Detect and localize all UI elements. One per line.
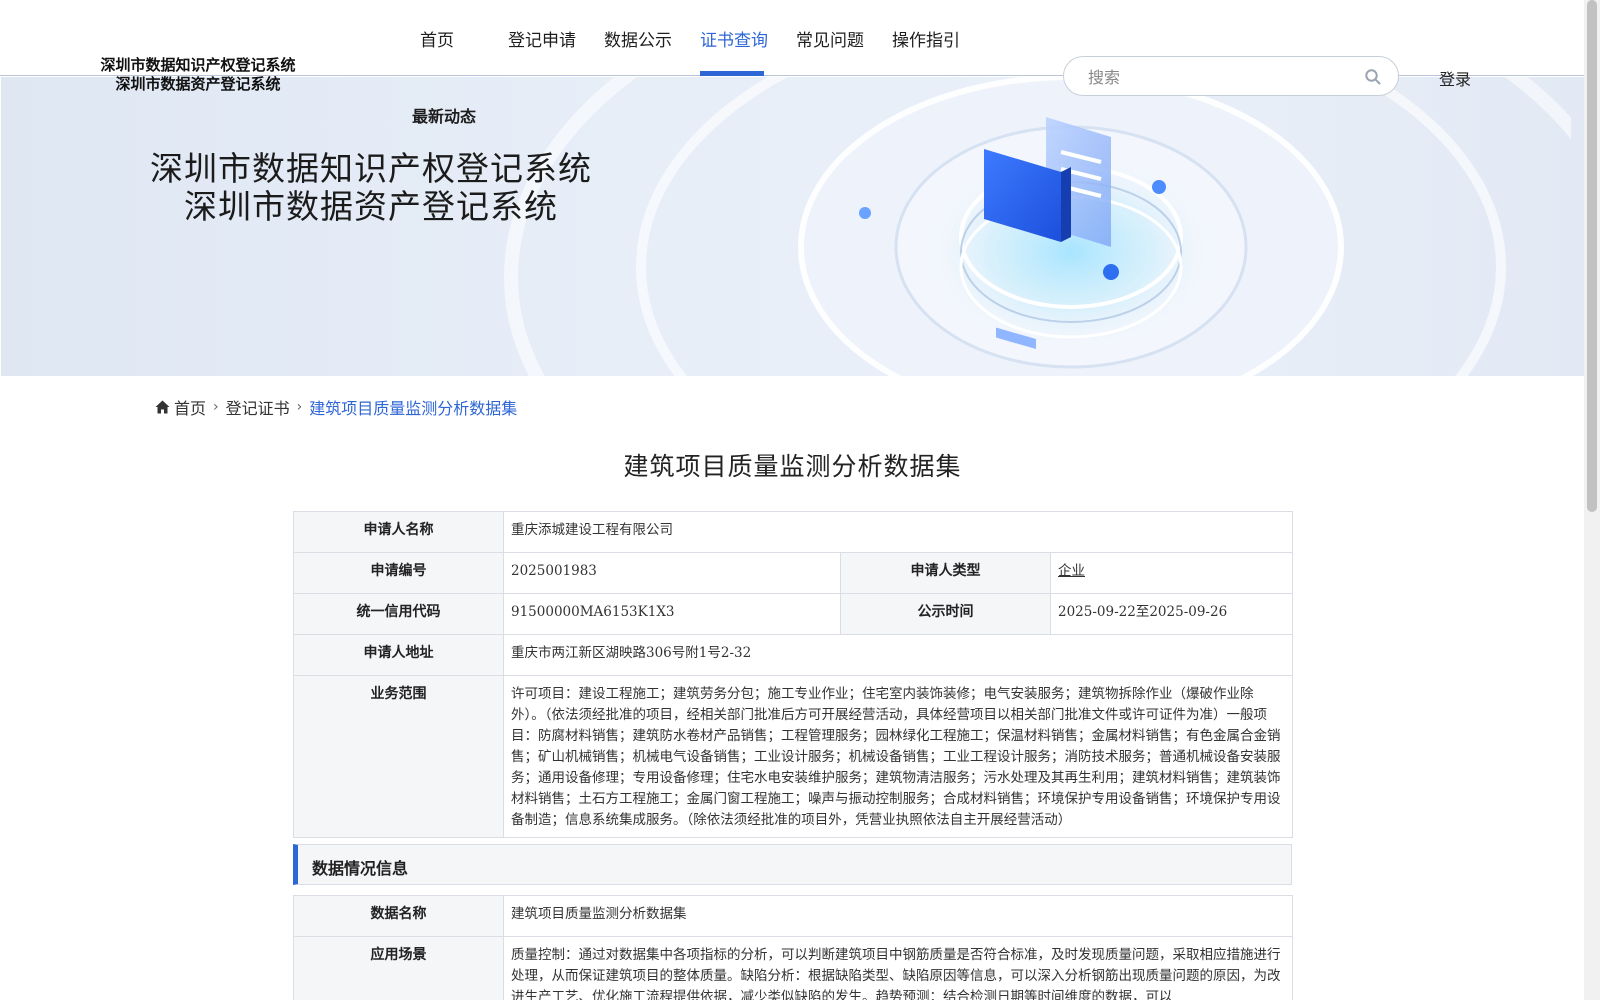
- site-title[interactable]: 深圳市数据知识产权登记系统 深圳市数据资产登记系统: [93, 56, 303, 94]
- chevron-right-icon: ›: [213, 399, 219, 415]
- breadcrumb-certificates[interactable]: 登记证书: [226, 399, 290, 418]
- vertical-scrollbar[interactable]: [1584, 0, 1600, 1000]
- applicant-address-value: 重庆市两江新区湖映路306号附1号2-32: [503, 634, 1293, 676]
- hero-banner: 深圳市数据知识产权登记系统 深圳市数据资产登记系统: [1, 77, 1584, 376]
- table-row: 统一信用代码 91500000MA6153K1X3 公示时间 2025-09-2…: [293, 593, 1293, 635]
- breadcrumb: 首页 › 登记证书 › 建筑项目质量监测分析数据集: [155, 395, 517, 419]
- table-row: 数据名称 建筑项目质量监测分析数据集: [293, 895, 1293, 937]
- nav-item-faq[interactable]: 常见问题: [796, 26, 864, 51]
- table-row: 申请人地址 重庆市两江新区湖映路306号附1号2-32: [293, 634, 1293, 676]
- nav-item-home[interactable]: 首页: [420, 26, 454, 51]
- applicant-info-table: 申请人名称 重庆添城建设工程有限公司 申请编号 2025001983 申请人类型…: [293, 511, 1293, 838]
- table-row: 业务范围 许可项目：建设工程施工；建筑劳务分包；施工专业作业；住宅室内装饰装修；…: [293, 675, 1293, 838]
- chevron-right-icon: ›: [296, 399, 303, 415]
- page-title: 建筑项目质量监测分析数据集: [623, 452, 962, 481]
- breadcrumb-current: 建筑项目质量监测分析数据集: [309, 399, 518, 418]
- data-info-table: 数据名称 建筑项目质量监测分析数据集 应用场景 质量控制：通过对数据集中各项指标…: [293, 895, 1293, 1000]
- applicant-type-label: 申请人类型: [840, 552, 1051, 594]
- business-scope-value: 许可项目：建设工程施工；建筑劳务分包；施工专业作业；住宅室内装饰装修；电气安装服…: [503, 675, 1293, 838]
- nav-item-guide[interactable]: 操作指引: [892, 26, 960, 51]
- application-number-label: 申请编号: [293, 552, 504, 594]
- applicant-name-value: 重庆添城建设工程有限公司: [503, 511, 1293, 553]
- nav-item-certificate-query[interactable]: 证书查询: [700, 26, 768, 51]
- scrollbar-thumb[interactable]: [1587, 0, 1597, 512]
- application-scenario-value: 质量控制：通过对数据集中各项指标的分析，可以判断建筑项目中钢筋质量是否符合标准，…: [503, 936, 1293, 1000]
- publicity-period-label: 公示时间: [840, 593, 1051, 635]
- application-number-value: 2025001983: [503, 552, 841, 594]
- site-title-line1: 深圳市数据知识产权登记系统: [100, 56, 296, 74]
- nav-item-data-publicity[interactable]: 数据公示: [604, 26, 672, 51]
- banner-title: 深圳市数据知识产权登记系统 深圳市数据资产登记系统: [141, 150, 601, 226]
- business-scope-label: 业务范围: [293, 675, 504, 838]
- credit-code-label: 统一信用代码: [293, 593, 504, 635]
- nav-active-indicator: [700, 71, 764, 76]
- applicant-address-label: 申请人地址: [293, 634, 504, 676]
- banner-title-line1: 深圳市数据知识产权登记系统: [150, 149, 592, 188]
- publicity-period-value: 2025-09-22至2025-09-26: [1050, 593, 1293, 635]
- login-link[interactable]: 登录: [1439, 66, 1471, 90]
- search-box[interactable]: [1063, 56, 1399, 96]
- banner-illustration: [504, 77, 1571, 376]
- home-icon[interactable]: [155, 400, 170, 414]
- section-title: 数据情况信息: [312, 859, 409, 878]
- nav-item-register-apply[interactable]: 登记申请: [508, 26, 576, 51]
- site-title-line2: 深圳市数据资产登记系统: [115, 75, 281, 93]
- search-icon[interactable]: [1364, 68, 1382, 86]
- credit-code-value: 91500000MA6153K1X3: [503, 593, 841, 635]
- applicant-type-value: 企业: [1050, 552, 1293, 594]
- application-scenario-label: 应用场景: [293, 936, 504, 1000]
- search-input[interactable]: [1088, 65, 1358, 89]
- data-name-value: 建筑项目质量监测分析数据集: [503, 895, 1293, 937]
- nav-item-latest-news[interactable]: 最新动态: [412, 103, 476, 127]
- applicant-name-label: 申请人名称: [293, 511, 504, 553]
- table-row: 应用场景 质量控制：通过对数据集中各项指标的分析，可以判断建筑项目中钢筋质量是否…: [293, 936, 1293, 1000]
- banner-title-line2: 深圳市数据资产登记系统: [184, 187, 558, 226]
- data-name-label: 数据名称: [293, 895, 504, 937]
- breadcrumb-home[interactable]: 首页: [174, 399, 206, 418]
- table-row: 申请编号 2025001983 申请人类型 企业: [293, 552, 1293, 594]
- table-row: 申请人名称 重庆添城建设工程有限公司: [293, 511, 1293, 553]
- data-info-section-header: 数据情况信息: [293, 844, 1292, 885]
